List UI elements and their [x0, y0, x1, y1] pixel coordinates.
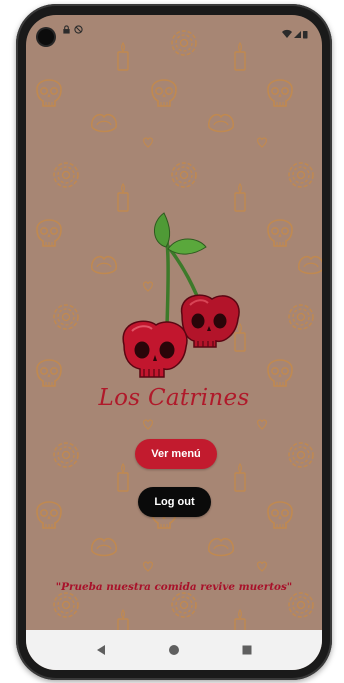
recents-square-icon[interactable] [236, 639, 258, 661]
logout-button[interactable]: Log out [138, 487, 211, 517]
app-screen: Los Catrines Ver menú Log out "Prueba nu… [26, 15, 322, 670]
navigation-bar [26, 630, 322, 670]
status-icons [282, 24, 308, 43]
back-triangle-icon[interactable] [90, 639, 112, 661]
notification-icon [74, 25, 83, 34]
view-menu-button[interactable]: Ver menú [135, 439, 217, 469]
wifi-icon [282, 29, 292, 38]
tagline: "Prueba nuestra comida revive muertos" [55, 581, 293, 593]
brand-name: Los Catrines [98, 385, 250, 411]
front-camera [38, 29, 54, 45]
cherry-skulls-icon [122, 212, 240, 378]
signal-icon [294, 31, 301, 38]
phone-frame: Los Catrines Ver menú Log out "Prueba nu… [16, 4, 332, 680]
battery-icon [303, 31, 308, 39]
lock-icon [63, 25, 70, 34]
status-bar [26, 15, 322, 45]
home-circle-icon[interactable] [163, 639, 185, 661]
